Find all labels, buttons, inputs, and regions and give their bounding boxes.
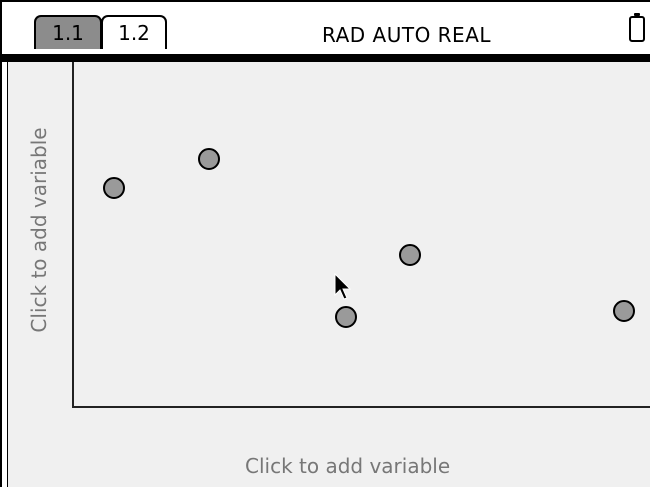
data-point[interactable]	[399, 244, 421, 266]
plot-area[interactable]	[72, 62, 650, 408]
tab-1-2[interactable]: 1.2	[101, 15, 167, 49]
data-point[interactable]	[613, 300, 635, 322]
top-bar-divider	[2, 54, 650, 62]
tab-1-1[interactable]: 1.1	[34, 15, 102, 49]
battery-icon	[629, 13, 645, 42]
arrow-cursor-icon	[334, 273, 352, 300]
data-point[interactable]	[198, 148, 220, 170]
data-point[interactable]	[335, 306, 357, 328]
x-axis-add-variable[interactable]: Click to add variable	[245, 454, 450, 478]
top-bar: 1.1 1.2 RAD AUTO REAL	[2, 2, 650, 54]
mode-status: RAD AUTO REAL	[322, 23, 492, 47]
y-axis-add-variable[interactable]: Click to add variable	[27, 127, 51, 332]
left-edge	[2, 62, 8, 487]
data-point[interactable]	[103, 177, 125, 199]
